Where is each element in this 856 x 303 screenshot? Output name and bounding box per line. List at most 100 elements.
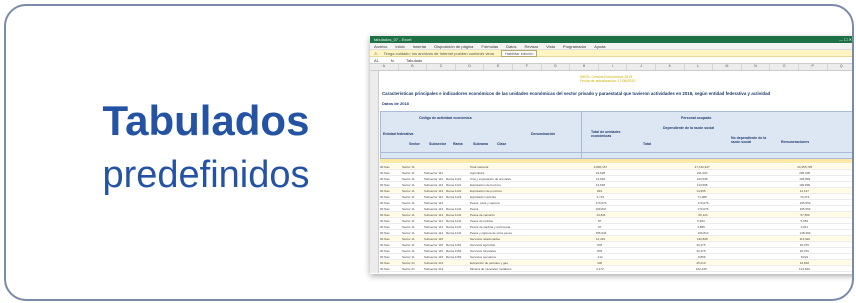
column-letter[interactable]: M [713,64,742,70]
table-cell: Subsector 115 [424,248,444,253]
ribbon-tabs: Archivo Inicio Insertar Disposición de pági… [370,43,852,50]
ribbon-tab[interactable]: Insertar [413,44,427,49]
sheet-area: INEGI. Censos Económicos 2019 Fecha de a… [370,71,852,275]
table-cell: Pesca de camarón [470,212,496,217]
table-cell: Subsector 111 [424,170,443,175]
column-letter[interactable]: I [599,64,628,70]
column-letter[interactable]: F [513,64,542,70]
table-cell: 00 Nac. [380,224,391,229]
table-cell: Minería de minerales metálicos [470,266,512,271]
hdr-subsector: Subsector [429,142,447,146]
table-cell: 18,076 [799,242,809,247]
table-cell: Rama 1121 [446,176,462,181]
column-letter[interactable]: E [484,64,513,70]
table-cell: Servicios relacionados [470,236,501,241]
column-letter[interactable]: G [542,64,571,70]
table-cell: Pesca de sardina y anchoveta [470,224,511,229]
formula-input[interactable]: Tabulado [406,58,422,63]
ribbon-tab[interactable]: Disposición de página [434,44,473,49]
column-letter[interactable]: N [742,64,771,70]
table-header: Entidad federativa Código de actividad e… [380,111,852,159]
table-cell: 14,955 [696,188,706,193]
table-cell: 14,137 [799,188,809,193]
card-frame: Tabulados predefinidos tabulados_07 - Ex… [4,4,854,301]
table-cell: 00 Nac. [380,194,391,199]
table-cell: 00 Nac. [380,248,391,253]
table-cell: Sector 21 [402,266,415,271]
table-cell: 1,028 [597,273,605,275]
column-letter[interactable]: Q [828,64,853,70]
title-main: Tabulados [102,97,310,144]
ribbon-tab[interactable]: Inicio [395,44,404,49]
spreadsheet-screenshot: tabulados_07 - Excel — ☐ ✕ Archivo Inicio… [370,36,853,275]
table-cell: 52,118 [698,273,707,275]
table-cell: Sector 21 [402,260,415,265]
table-cell: 878 [597,248,603,253]
table-values: 891 14,955 14,137 [550,188,852,193]
table-cell: Sector 11 [402,236,415,241]
table-cell: 00 Nac. [380,230,391,235]
ribbon-tab[interactable]: Archivo [374,44,387,49]
table-cell: Pesca y captura de otros peces [470,230,513,235]
table-cell: Rama 1152 [446,248,462,253]
table-cell: 206,005 [799,170,811,175]
column-letter[interactable]: D [456,64,485,70]
table-cell: Subsector 115 [424,236,444,241]
table-cell: Rama 1122 [446,188,462,193]
table-cell: Sector 11 [402,206,415,211]
ribbon-tab[interactable]: Revisar [525,44,539,49]
table-row: 00 Nac.Sector 21Subsector 213 Servicios a… [380,272,852,275]
table-cell: Rama 1141 [446,218,462,223]
table-values: 2,716 71,088 70,474 [550,194,852,199]
table-cell: 00 Nac. [380,200,391,205]
column-letter[interactable]: K [656,64,685,70]
column-letter[interactable]: A [370,64,399,70]
table-values: 878 33,475 18,076 [550,242,852,247]
hdr-divider [581,112,582,158]
ribbon-tab[interactable]: Vista [546,44,555,49]
table-cell: 5,954 [800,218,809,223]
formula-bar: A1 fx Tabulado [370,57,852,64]
table-cell: 13,841 [596,212,606,217]
column-letter[interactable]: C [427,64,456,70]
table-cell: 13,648 [595,176,606,181]
table-values: 106 45,210 44,818 [550,261,852,265]
table-cell: 70,474 [800,194,810,199]
column-letter[interactable]: B [399,64,428,70]
column-letter[interactable]: H [570,64,599,70]
table-cell: 00 Nac. [380,170,391,175]
column-letter[interactable]: O [770,64,799,70]
table-values: 878 33,475 18,076 [550,248,852,253]
column-letter[interactable]: J [627,64,656,70]
table-cell: Agricultura [470,170,485,175]
table-cell: Sector 11 [402,248,415,253]
table-cell: 878 [597,242,603,247]
ribbon-tab[interactable]: Programador [563,44,586,49]
table-cell: 00 Nac. [380,188,391,193]
table-cell: Subsector 112 [424,188,444,193]
column-letter[interactable]: P [799,64,828,70]
window-controls-icon[interactable]: — ☐ ✕ [839,37,852,42]
table-values: 13,648 113,598 106,899 [550,183,852,187]
ribbon-tab[interactable]: Fórmulas [481,44,498,49]
table-cell: Servicios agrícolas [470,242,496,247]
enable-editing-button[interactable]: Habilitar edición [501,49,538,57]
table-cell: Rama 1141 [446,206,462,211]
hdr-remuneraciones: Remuneraciones [781,140,810,144]
table-cell: Sector 11 [402,170,415,175]
hdr-personal: Personal ocupado [681,116,712,120]
table-values: 169,807 170,076 165,953 [550,207,852,211]
table-cell: 160,813 [697,230,709,235]
column-letter[interactable]: L [685,64,714,70]
table-cell: 00 Nac. [380,266,391,271]
table-cell: 00 Nac. [380,212,391,217]
hdr-codigo: Código de actividad económica [419,116,472,120]
ribbon-tab[interactable]: Ayuda [594,44,605,49]
ribbon-tab[interactable]: Datos [506,44,516,49]
name-box[interactable]: A1 [374,58,379,63]
table-cell: 33,475 [696,248,706,253]
table-cell: Explotación de porcinos [470,188,502,193]
table-cell: Pesca [470,206,479,211]
table-cell: Pesca, caza y captura [470,200,500,205]
table-cell: 9,856 [697,254,706,259]
